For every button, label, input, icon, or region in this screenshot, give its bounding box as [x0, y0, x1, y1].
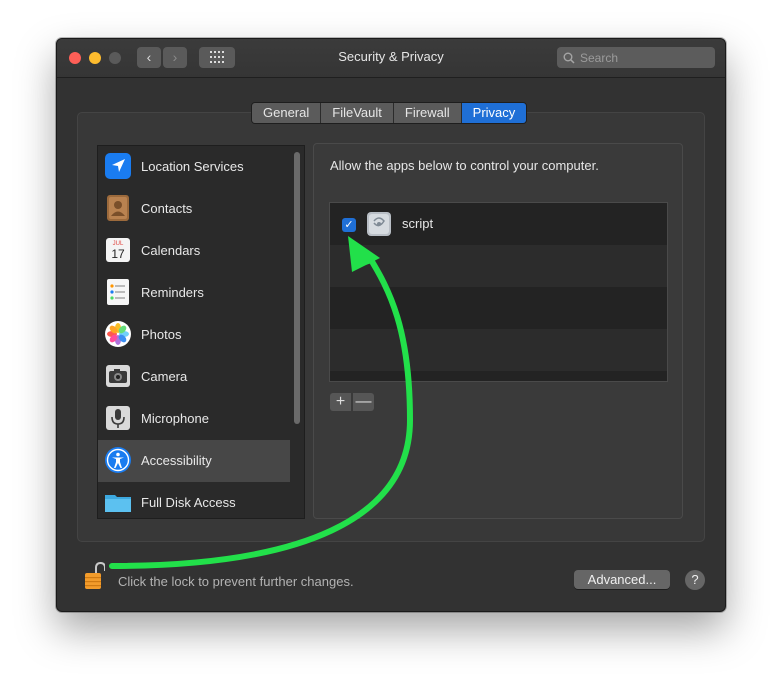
- sidebar-item-label: Calendars: [141, 243, 201, 258]
- help-button[interactable]: ?: [685, 570, 705, 590]
- folder-icon: [105, 495, 131, 512]
- sidebar-item-location-services[interactable]: Location Services: [98, 146, 290, 188]
- sidebar-item-calendars[interactable]: JUL 17 Calendars: [98, 230, 290, 272]
- instruction-text: Allow the apps below to control your com…: [330, 158, 599, 173]
- titlebar: ‹ › Security & Privacy Search: [57, 39, 725, 78]
- camera-icon: [106, 365, 130, 387]
- security-privacy-window: ‹ › Security & Privacy Search General Fi…: [56, 38, 726, 612]
- accessibility-icon: [105, 447, 131, 473]
- sidebar-scrollbar[interactable]: [294, 152, 300, 424]
- calendar-icon: JUL 17: [106, 238, 130, 262]
- lock-icon[interactable]: [83, 561, 105, 591]
- sidebar-item-label: Microphone: [141, 411, 209, 426]
- tab-general[interactable]: General: [252, 103, 322, 123]
- location-icon: [105, 153, 131, 179]
- sidebar-item-contacts[interactable]: Contacts: [98, 188, 290, 230]
- app-list[interactable]: ✓ script: [329, 202, 668, 382]
- contacts-icon: [107, 195, 129, 221]
- sidebar-item-label: Photos: [141, 327, 182, 342]
- microphone-icon: [106, 406, 130, 430]
- empty-row: [330, 287, 667, 329]
- advanced-button[interactable]: Advanced...: [574, 570, 670, 589]
- sidebar-item-camera[interactable]: Camera: [98, 356, 290, 398]
- add-app-button[interactable]: +: [330, 393, 351, 411]
- photos-icon: [105, 321, 131, 347]
- sidebar-item-label: Location Services: [141, 159, 244, 174]
- script-app-icon: [367, 212, 391, 236]
- app-name: script: [402, 216, 434, 231]
- sidebar-item-label: Camera: [141, 369, 188, 384]
- reminders-icon: [107, 279, 129, 305]
- sidebar-item-photos[interactable]: Photos: [98, 314, 290, 356]
- tab-filevault[interactable]: FileVault: [321, 103, 394, 123]
- sidebar-item-full-disk-access[interactable]: Full Disk Access: [98, 482, 290, 518]
- tab-bar: General FileVault Firewall Privacy: [251, 102, 528, 124]
- app-checkbox[interactable]: ✓: [342, 218, 356, 232]
- tab-firewall[interactable]: Firewall: [393, 103, 462, 123]
- sidebar-item-accessibility[interactable]: Accessibility: [98, 440, 290, 482]
- search-placeholder: Search: [580, 51, 619, 65]
- sidebar-item-label: Reminders: [141, 285, 204, 300]
- sidebar-item-reminders[interactable]: Reminders: [98, 272, 290, 314]
- sidebar-item-label: Accessibility: [141, 453, 212, 468]
- empty-row: [330, 329, 667, 371]
- search-input[interactable]: Search: [557, 47, 715, 68]
- remove-app-button[interactable]: —: [353, 393, 374, 411]
- tab-privacy[interactable]: Privacy: [461, 103, 527, 123]
- calendar-icon-day: 17: [111, 247, 125, 261]
- lock-status-text: Click the lock to prevent further change…: [118, 574, 354, 589]
- sidebar-item-label: Full Disk Access: [141, 495, 236, 510]
- empty-row: [330, 245, 667, 287]
- search-icon: [563, 52, 575, 64]
- privacy-category-list[interactable]: Location Services Contacts JUL 17 Calend…: [97, 145, 305, 519]
- sidebar-item-label: Contacts: [141, 201, 193, 216]
- list-item[interactable]: ✓ script: [330, 203, 667, 245]
- sidebar-item-microphone[interactable]: Microphone: [98, 398, 290, 440]
